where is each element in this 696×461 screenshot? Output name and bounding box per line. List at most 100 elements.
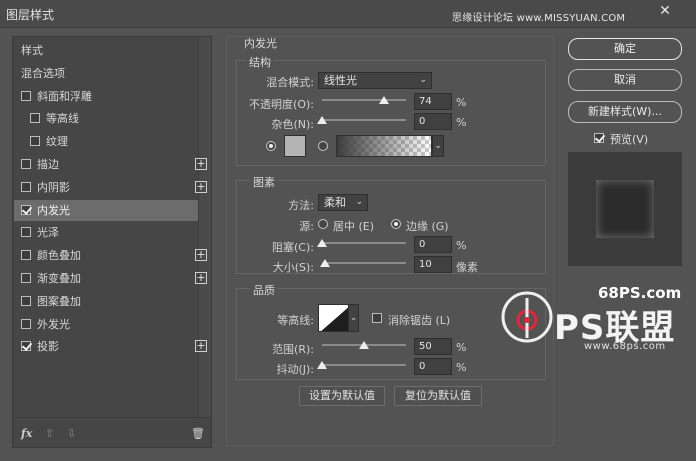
- style-item-label: 样式: [21, 44, 43, 57]
- style-item[interactable]: 外发光: [14, 314, 198, 335]
- style-item[interactable]: 光泽: [14, 222, 198, 243]
- choke-slider-thumb[interactable]: [317, 239, 327, 247]
- gradient-swatch[interactable]: [336, 135, 432, 157]
- add-effect-icon[interactable]: +: [195, 340, 207, 353]
- style-item[interactable]: 描边 +: [14, 154, 207, 175]
- add-effect-icon[interactable]: +: [195, 158, 207, 170]
- size-label: 大小(S):: [272, 261, 314, 274]
- method-value: 柔和: [324, 196, 346, 209]
- blend-mode-value: 线性光: [324, 74, 357, 87]
- list-toolbar: fx ⇧ ⇩ 🗑: [13, 417, 211, 447]
- choke-slider-track[interactable]: [322, 242, 406, 244]
- style-checkbox[interactable]: [21, 159, 31, 169]
- elements-title: 图素: [250, 174, 278, 190]
- chevron-down-icon[interactable]: ⌄: [348, 304, 359, 332]
- style-item[interactable]: 内阴影 +: [14, 177, 207, 198]
- style-item[interactable]: 内发光: [14, 199, 198, 221]
- style-item-label: 等高线: [46, 112, 79, 126]
- source-center-radio[interactable]: [318, 219, 328, 229]
- preview-swatch: [596, 180, 654, 238]
- style-item[interactable]: 投影 +: [14, 336, 207, 357]
- contour-curve-icon: [321, 306, 349, 331]
- method-label: 方法:: [288, 199, 314, 212]
- style-checkbox[interactable]: [21, 90, 31, 101]
- choke-label: 阻塞(C):: [272, 241, 314, 254]
- style-checkbox[interactable]: [30, 113, 40, 124]
- range-input[interactable]: 50: [414, 338, 452, 355]
- style-checkbox[interactable]: [21, 227, 31, 238]
- style-checkbox[interactable]: [30, 136, 40, 147]
- style-item-label: 混合选项: [21, 66, 65, 80]
- preview-checkbox[interactable]: [594, 133, 604, 143]
- style-item[interactable]: 斜面和浮雕: [14, 86, 198, 107]
- blend-mode-select[interactable]: 线性光 ⌄: [318, 72, 432, 89]
- style-item[interactable]: 等高线: [14, 108, 198, 129]
- style-item[interactable]: 混合选项: [14, 63, 198, 84]
- style-checkbox[interactable]: [21, 273, 31, 283]
- style-item[interactable]: 颜色叠加 +: [14, 245, 207, 266]
- range-label: 范围(R):: [272, 343, 314, 356]
- style-checkbox[interactable]: [21, 341, 31, 352]
- style-checkbox[interactable]: [21, 250, 31, 261]
- style-item[interactable]: 图案叠加: [14, 291, 198, 312]
- source-edge-label[interactable]: 边缘 (G): [406, 218, 449, 234]
- noise-slider-thumb[interactable]: [317, 116, 327, 124]
- title-bar: 图层样式 思缘设计论坛 www.MISSYUAN.COM ✕: [0, 0, 696, 28]
- style-item[interactable]: 样式: [14, 40, 198, 61]
- style-item-label: 斜面和浮雕: [37, 89, 92, 103]
- chevron-down-icon[interactable]: ⌄: [432, 135, 444, 157]
- move-down-icon[interactable]: ⇩: [67, 427, 76, 440]
- choke-input[interactable]: 0: [414, 236, 452, 253]
- jitter-input[interactable]: 0: [414, 358, 452, 375]
- method-select[interactable]: 柔和 ⌄: [318, 194, 368, 211]
- glow-color-swatch[interactable]: [284, 135, 306, 157]
- opacity-label: 不透明度(O):: [249, 98, 314, 111]
- noise-slider-track[interactable]: [322, 119, 406, 121]
- noise-input[interactable]: 0: [414, 113, 452, 130]
- range-slider-thumb[interactable]: [359, 341, 369, 349]
- style-item-label: 内发光: [37, 203, 70, 217]
- list-scrollbar[interactable]: [198, 37, 211, 417]
- gradient-radio[interactable]: [318, 141, 328, 151]
- size-unit: 像素: [456, 261, 478, 274]
- preview-label[interactable]: 预览(V): [610, 131, 648, 147]
- style-checkbox[interactable]: [21, 181, 31, 192]
- antialias-label[interactable]: 消除锯齿 (L): [388, 312, 450, 328]
- style-checkbox[interactable]: [21, 204, 31, 215]
- jitter-slider-thumb[interactable]: [317, 361, 327, 369]
- ok-button[interactable]: 确定: [568, 38, 682, 60]
- opacity-slider-thumb[interactable]: [379, 96, 390, 104]
- cancel-button[interactable]: 取消: [568, 69, 682, 91]
- move-up-icon[interactable]: ⇧: [45, 427, 54, 440]
- source-center-label[interactable]: 居中 (E): [333, 218, 374, 234]
- add-effect-icon[interactable]: +: [195, 180, 207, 193]
- make-default-button[interactable]: 设置为默认值: [299, 386, 385, 406]
- choke-unit: %: [456, 239, 467, 252]
- new-style-button[interactable]: 新建样式(W)...: [568, 101, 682, 123]
- add-effect-icon[interactable]: +: [195, 272, 207, 284]
- style-item[interactable]: 渐变叠加 +: [14, 268, 207, 289]
- style-item[interactable]: 纹理: [14, 131, 198, 152]
- size-input[interactable]: 10: [414, 256, 452, 273]
- size-slider-track[interactable]: [322, 262, 406, 264]
- trash-icon[interactable]: 🗑: [191, 427, 205, 440]
- blend-mode-label: 混合模式:: [266, 76, 314, 89]
- style-checkbox[interactable]: [21, 318, 31, 329]
- reset-default-button[interactable]: 复位为默认值: [394, 386, 482, 406]
- fx-icon[interactable]: fx: [21, 427, 32, 440]
- ps-logo-icon: [501, 291, 553, 343]
- antialias-checkbox[interactable]: [372, 313, 382, 323]
- solid-color-radio[interactable]: [266, 141, 276, 151]
- opacity-input[interactable]: 74: [414, 93, 452, 110]
- jitter-slider-track[interactable]: [322, 364, 406, 366]
- style-item-label: 纹理: [46, 135, 68, 149]
- source-edge-radio[interactable]: [391, 219, 401, 229]
- opacity-slider-track[interactable]: [322, 99, 406, 101]
- opacity-unit: %: [456, 96, 467, 109]
- size-slider-thumb[interactable]: [320, 259, 331, 267]
- close-icon[interactable]: ✕: [654, 2, 676, 20]
- style-checkbox[interactable]: [21, 295, 31, 306]
- add-effect-icon[interactable]: +: [195, 249, 207, 262]
- style-item-label: 渐变叠加: [37, 272, 81, 285]
- contour-preview[interactable]: [318, 304, 350, 332]
